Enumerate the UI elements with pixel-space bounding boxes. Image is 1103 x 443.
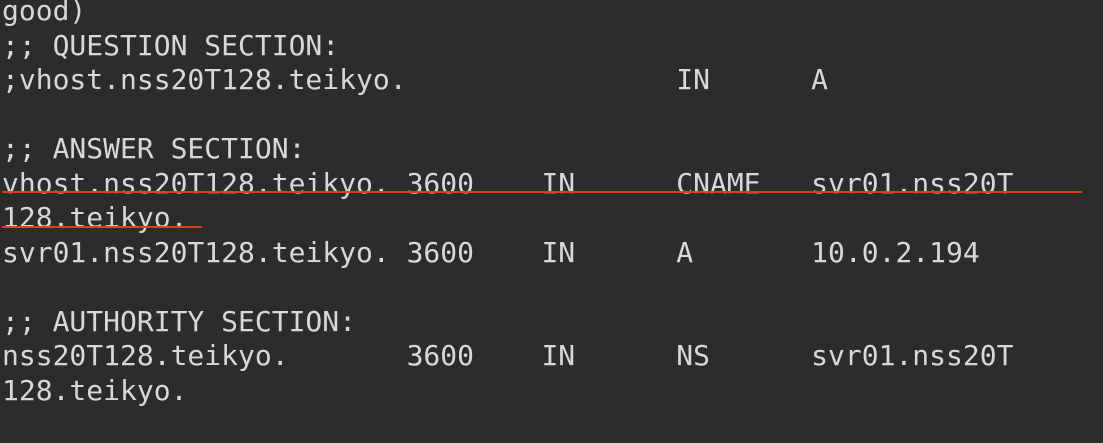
authority-record-ns-wrap: 128.teikyo.	[2, 373, 188, 407]
answer-record-cname-wrap: 128.teikyo.	[2, 201, 188, 234]
question-section-header: ;; QUESTION SECTION:	[2, 28, 340, 62]
output-line-status: good)	[2, 0, 87, 27]
terminal-window[interactable]: good) ;; QUESTION SECTION: ;vhost.nss20T…	[0, 0, 1103, 437]
highlight-underline	[2, 226, 202, 228]
highlight-underline	[2, 191, 1082, 193]
authority-section-header: ;; AUTHORITY SECTION:	[2, 304, 357, 338]
authority-record-ns: nss20T128.teikyo. 3600 IN NS svr01.nss20…	[2, 339, 1014, 372]
answer-record-a: svr01.nss20T128.teikyo. 3600 IN A 10.0.2…	[2, 235, 980, 269]
answer-record-cname: vhost.nss20T128.teikyo. 3600 IN CNAME sv…	[2, 166, 1014, 200]
question-record: ;vhost.nss20T128.teikyo. IN A	[2, 63, 829, 96]
answer-section-header: ;; ANSWER SECTION:	[2, 132, 306, 165]
